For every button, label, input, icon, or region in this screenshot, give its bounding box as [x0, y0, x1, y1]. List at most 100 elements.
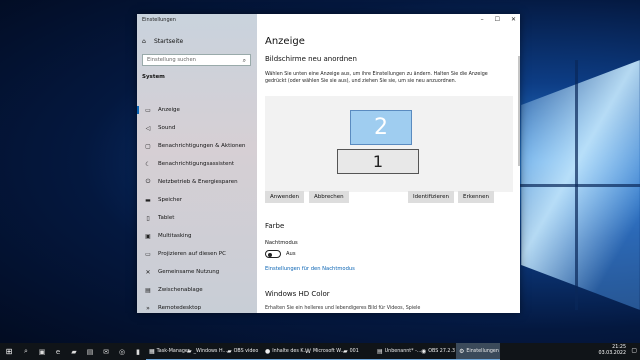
- sidebar-item-label: Benachrichtigungen & Aktionen: [158, 143, 246, 149]
- sidebar-item-label: Zwischenablage: [158, 287, 203, 293]
- obs-icon: ◉: [421, 347, 427, 355]
- sidebar-item-remotedesktop[interactable]: » Remotedesktop: [137, 299, 257, 313]
- night-mode-settings-link[interactable]: Einstellungen für den Nachtmodus: [265, 266, 355, 272]
- sidebar-item-label: Speicher: [158, 197, 183, 203]
- taskbar-app-label: Unbenannt* -...: [384, 348, 422, 354]
- word-icon: W: [305, 347, 311, 355]
- notification-icon[interactable]: ▢: [631, 347, 637, 354]
- taskbar-app[interactable]: W Microsoft W...: [302, 343, 345, 360]
- start-button[interactable]: ⊞: [0, 347, 18, 356]
- clipboard-icon: ▤: [145, 286, 151, 294]
- multitasking-icon: ▣: [145, 232, 151, 240]
- home-icon: ⌂: [142, 37, 146, 45]
- arrange-description: Wählen Sie unten eine Anzeige aus, um ih…: [265, 72, 488, 84]
- arrange-heading: Bildschirme neu anordnen: [265, 55, 357, 63]
- search-icon: ⌕: [242, 57, 246, 64]
- taskbar-app-label: Einstellungen: [466, 348, 499, 354]
- sidebar-item-label: Anzeige: [158, 107, 180, 113]
- monitor-1[interactable]: 1: [337, 149, 419, 174]
- settings-search-input[interactable]: Einstellung suchen ⌕: [142, 54, 251, 66]
- hd-color-description: Erhalten Sie ein helleres und lebendiger…: [265, 306, 421, 311]
- sidebar-section-title: System: [142, 74, 165, 80]
- taskbar-app-label: OBS video: [233, 348, 259, 354]
- hd-color-heading: Windows HD Color: [265, 290, 330, 298]
- taskbar-app[interactable]: ◉ OBS 27.2.3 (...: [418, 343, 463, 360]
- night-mode-state: Aus: [286, 251, 296, 257]
- folder-icon: ▰: [343, 347, 348, 355]
- project-icon: ▭: [145, 250, 151, 258]
- mail-icon[interactable]: ✉: [98, 348, 114, 356]
- taskbar-app[interactable]: ▤ Unbenannt* -...: [374, 343, 421, 360]
- window-title: Einstellungen: [142, 17, 176, 23]
- taskbar-clock[interactable]: 21:25 03.03.2022: [599, 345, 626, 357]
- home-link[interactable]: ⌂ Startseite: [142, 38, 183, 45]
- gear-icon: ⚙: [459, 347, 465, 355]
- taskbar-app[interactable]: ▰ 001: [340, 343, 374, 360]
- identify-button[interactable]: Identifizieren: [408, 191, 454, 203]
- color-heading: Farbe: [265, 222, 285, 230]
- sidebar-item-zwischenablage[interactable]: ▤ Zwischenablage: [137, 281, 257, 299]
- sidebar-item-speicher[interactable]: ▬ Speicher: [137, 191, 257, 209]
- steam-icon[interactable]: ◎: [114, 348, 130, 356]
- explorer-icon[interactable]: ▰: [66, 348, 82, 356]
- apply-button[interactable]: Anwenden: [265, 191, 304, 203]
- taskbar-app[interactable]: ⚙ Einstellungen: [456, 343, 500, 360]
- edge-icon[interactable]: e: [50, 348, 66, 356]
- taskbar-app[interactable]: ▦ Task-Manager: [146, 343, 190, 360]
- sidebar-item-label: Benachrichtigungsassistent: [158, 161, 235, 167]
- remote-icon: »: [146, 304, 150, 312]
- taskbar-app[interactable]: ▰ OBS video: [224, 343, 262, 360]
- search-icon[interactable]: ⌕: [18, 347, 34, 356]
- store-icon[interactable]: ▤: [82, 348, 98, 356]
- sidebar-item-gemeinsame-nutzung[interactable]: ✕ Gemeinsame Nutzung: [137, 263, 257, 281]
- taskbar-app-label: 001: [349, 348, 359, 354]
- sidebar-item-label: Tablet: [158, 215, 175, 221]
- night-mode-toggle[interactable]: [265, 250, 281, 258]
- sidebar-item-netzbetrieb-energiesparen[interactable]: ⏻ Netzbetrieb & Energiesparen: [137, 173, 257, 191]
- sidebar-item-benachrichtigungen-aktionen[interactable]: ▢ Benachrichtigungen & Aktionen: [137, 137, 257, 155]
- content-scrollbar[interactable]: [518, 56, 520, 166]
- folder-icon: ▰: [187, 347, 192, 355]
- task-view-icon[interactable]: ▣: [34, 348, 50, 356]
- storage-icon: ▬: [145, 196, 151, 204]
- window-controls: – ☐ ✕: [481, 16, 516, 23]
- app-icon[interactable]: ▮: [130, 348, 146, 356]
- sidebar-item-label: Projizieren auf diesen PC: [158, 251, 226, 257]
- taskbar-app-label: _Windows H...: [193, 348, 228, 354]
- sidebar-item-benachrichtigungsassistent[interactable]: ☾ Benachrichtigungsassistent: [137, 155, 257, 173]
- folder-icon: ▰: [227, 347, 232, 355]
- toggle-knob: [268, 252, 272, 257]
- shared-icon: ✕: [145, 268, 151, 276]
- minimize-button[interactable]: –: [481, 16, 484, 23]
- night-mode-label: Nachtmodus: [265, 240, 298, 246]
- cancel-button[interactable]: Abbrechen: [309, 191, 349, 203]
- notification-icon: ▢: [145, 142, 151, 150]
- taskbar: ⊞ ⌕ ▣ e ▰ ▤ ✉ ◎ ▮ ▦ Task-Manager ▰ _Windows…: [0, 343, 640, 360]
- maximize-button[interactable]: ☐: [495, 16, 500, 23]
- speaker-icon: ◁: [145, 124, 151, 132]
- monitor-2[interactable]: 2: [350, 110, 412, 145]
- page-title: Anzeige: [265, 36, 305, 47]
- sidebar-nav: ▭ Anzeige ◁ Sound ▢ Benachrichtigungen & Akti…: [137, 101, 257, 313]
- settings-window: Einstellungen ⌂ Startseite Einstellung s…: [137, 14, 520, 313]
- power-icon: ⏻: [145, 178, 151, 185]
- sidebar-item-label: Sound: [158, 125, 176, 131]
- sidebar-item-projizieren-auf-diesen-pc[interactable]: ▭ Projizieren auf diesen PC: [137, 245, 257, 263]
- sidebar-item-label: Netzbetrieb & Energiesparen: [158, 179, 238, 185]
- close-button[interactable]: ✕: [511, 16, 516, 23]
- wallpaper-divider: [575, 60, 578, 310]
- sidebar-item-multitasking[interactable]: ▣ Multitasking: [137, 227, 257, 245]
- tablet-icon: ▯: [146, 214, 150, 222]
- detect-button[interactable]: Erkennen: [458, 191, 494, 203]
- display-icon: ▭: [145, 106, 151, 114]
- taskbar-app[interactable]: ▰ _Windows H...: [184, 343, 228, 360]
- firefox-icon: ●: [265, 347, 271, 355]
- sidebar-item-anzeige[interactable]: ▭ Anzeige: [137, 101, 257, 119]
- moon-icon: ☾: [145, 160, 151, 168]
- taskbar-apps: ▦ Task-Manager ▰ _Windows H... ▰ OBS video ● In…: [146, 343, 500, 360]
- sidebar-item-tablet[interactable]: ▯ Tablet: [137, 209, 257, 227]
- task-manager-icon: ▦: [149, 347, 155, 355]
- home-label: Startseite: [154, 38, 184, 45]
- taskbar-app[interactable]: ● Inhalte des K...: [262, 343, 308, 360]
- sidebar-item-sound[interactable]: ◁ Sound: [137, 119, 257, 137]
